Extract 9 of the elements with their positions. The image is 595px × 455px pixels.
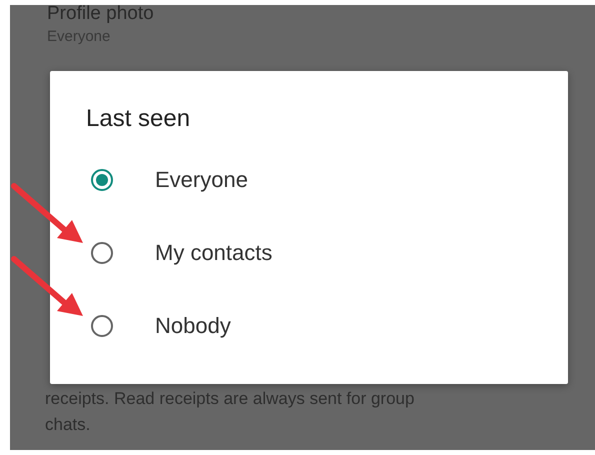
option-label[interactable]: Everyone xyxy=(155,166,248,192)
dialog-title: Last seen xyxy=(86,105,192,133)
radio-button[interactable] xyxy=(91,242,113,264)
option-label[interactable]: Nobody xyxy=(155,312,231,338)
radio-button[interactable] xyxy=(91,314,113,336)
option-label[interactable]: My contacts xyxy=(155,240,272,266)
note-text: receipts. Read receipts are always sent for group chats. xyxy=(44,388,416,436)
radio-button[interactable] xyxy=(91,168,113,190)
setting-title: Profile photo xyxy=(46,5,155,21)
